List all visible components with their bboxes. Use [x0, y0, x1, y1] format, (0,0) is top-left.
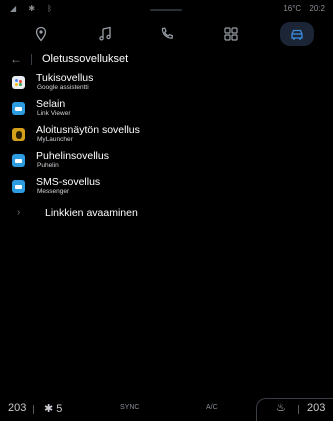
- car-icon[interactable]: [280, 22, 314, 46]
- list-item-title: Aloitusnäytön sovellus: [36, 124, 140, 136]
- list-item-subtitle: MyLauncher: [37, 136, 73, 143]
- music-icon[interactable]: [88, 22, 122, 46]
- page-header: ← Oletussovellukset: [10, 50, 128, 68]
- sync-button[interactable]: SYNC: [120, 404, 139, 411]
- list-item-sms-app[interactable]: SMS-sovellus Messenger: [0, 176, 333, 198]
- ac-button[interactable]: A/C: [206, 404, 218, 411]
- fan-icon: ✱: [44, 403, 54, 415]
- link-opening-row[interactable]: › Linkkien avaaminen: [0, 206, 333, 222]
- list-item-title: SMS-sovellus: [36, 176, 101, 188]
- driver-temperature[interactable]: 203: [8, 402, 26, 414]
- phone-icon[interactable]: [150, 22, 184, 46]
- list-item-subtitle: Puhelin: [37, 162, 59, 169]
- fan-level: 5: [56, 403, 63, 415]
- page-title: Oletussovellukset: [42, 53, 129, 65]
- climate-divider: [298, 405, 299, 414]
- notification-handle[interactable]: [150, 9, 182, 11]
- passenger-temperature[interactable]: 203: [307, 402, 325, 414]
- link-opening-label: Linkkien avaaminen: [45, 207, 138, 219]
- chevron-right-icon: ›: [17, 207, 21, 218]
- clock: 20:2: [309, 4, 325, 13]
- climate-bar: 203 ✱ 5 SYNC A/C ♨ 203: [0, 398, 333, 421]
- list-item-phone-app[interactable]: Puhelinsovellus Puhelin: [0, 150, 333, 172]
- list-item-subtitle: Messenger: [37, 188, 70, 195]
- launcher-icon: [12, 128, 25, 141]
- list-item-title: Tukisovellus: [36, 72, 94, 84]
- status-icons: ◢ ✱ ᛒ: [10, 4, 58, 13]
- assistant-icon: [12, 76, 25, 89]
- header-divider: [31, 53, 32, 65]
- outside-temperature: 16°C: [283, 4, 302, 13]
- list-item-launcher[interactable]: Aloitusnäytön sovellus MyLauncher: [0, 124, 333, 146]
- seat-heat-icon[interactable]: ♨: [276, 401, 286, 414]
- list-item-title: Puhelinsovellus: [36, 150, 109, 162]
- navigation-icon[interactable]: [24, 22, 58, 46]
- list-item-subtitle: Google assistentti: [37, 84, 89, 91]
- status-bar: ◢ ✱ ᛒ 16°C 20:2: [0, 0, 333, 16]
- back-arrow-icon[interactable]: ←: [10, 52, 22, 66]
- climate-divider: [33, 405, 34, 414]
- list-item-title: Selain: [36, 98, 66, 110]
- list-item-assistant[interactable]: Tukisovellus Google assistentti: [0, 72, 333, 94]
- list-item-browser[interactable]: Selain Link Viewer: [0, 98, 333, 120]
- messenger-icon: [12, 180, 25, 193]
- list-item-subtitle: Link Viewer: [37, 110, 71, 117]
- top-nav-bar: [0, 20, 333, 46]
- fan-control[interactable]: ✱ 5: [44, 402, 62, 415]
- phone-app-icon: [12, 154, 25, 167]
- apps-icon[interactable]: [214, 22, 248, 46]
- browser-icon: [12, 102, 25, 115]
